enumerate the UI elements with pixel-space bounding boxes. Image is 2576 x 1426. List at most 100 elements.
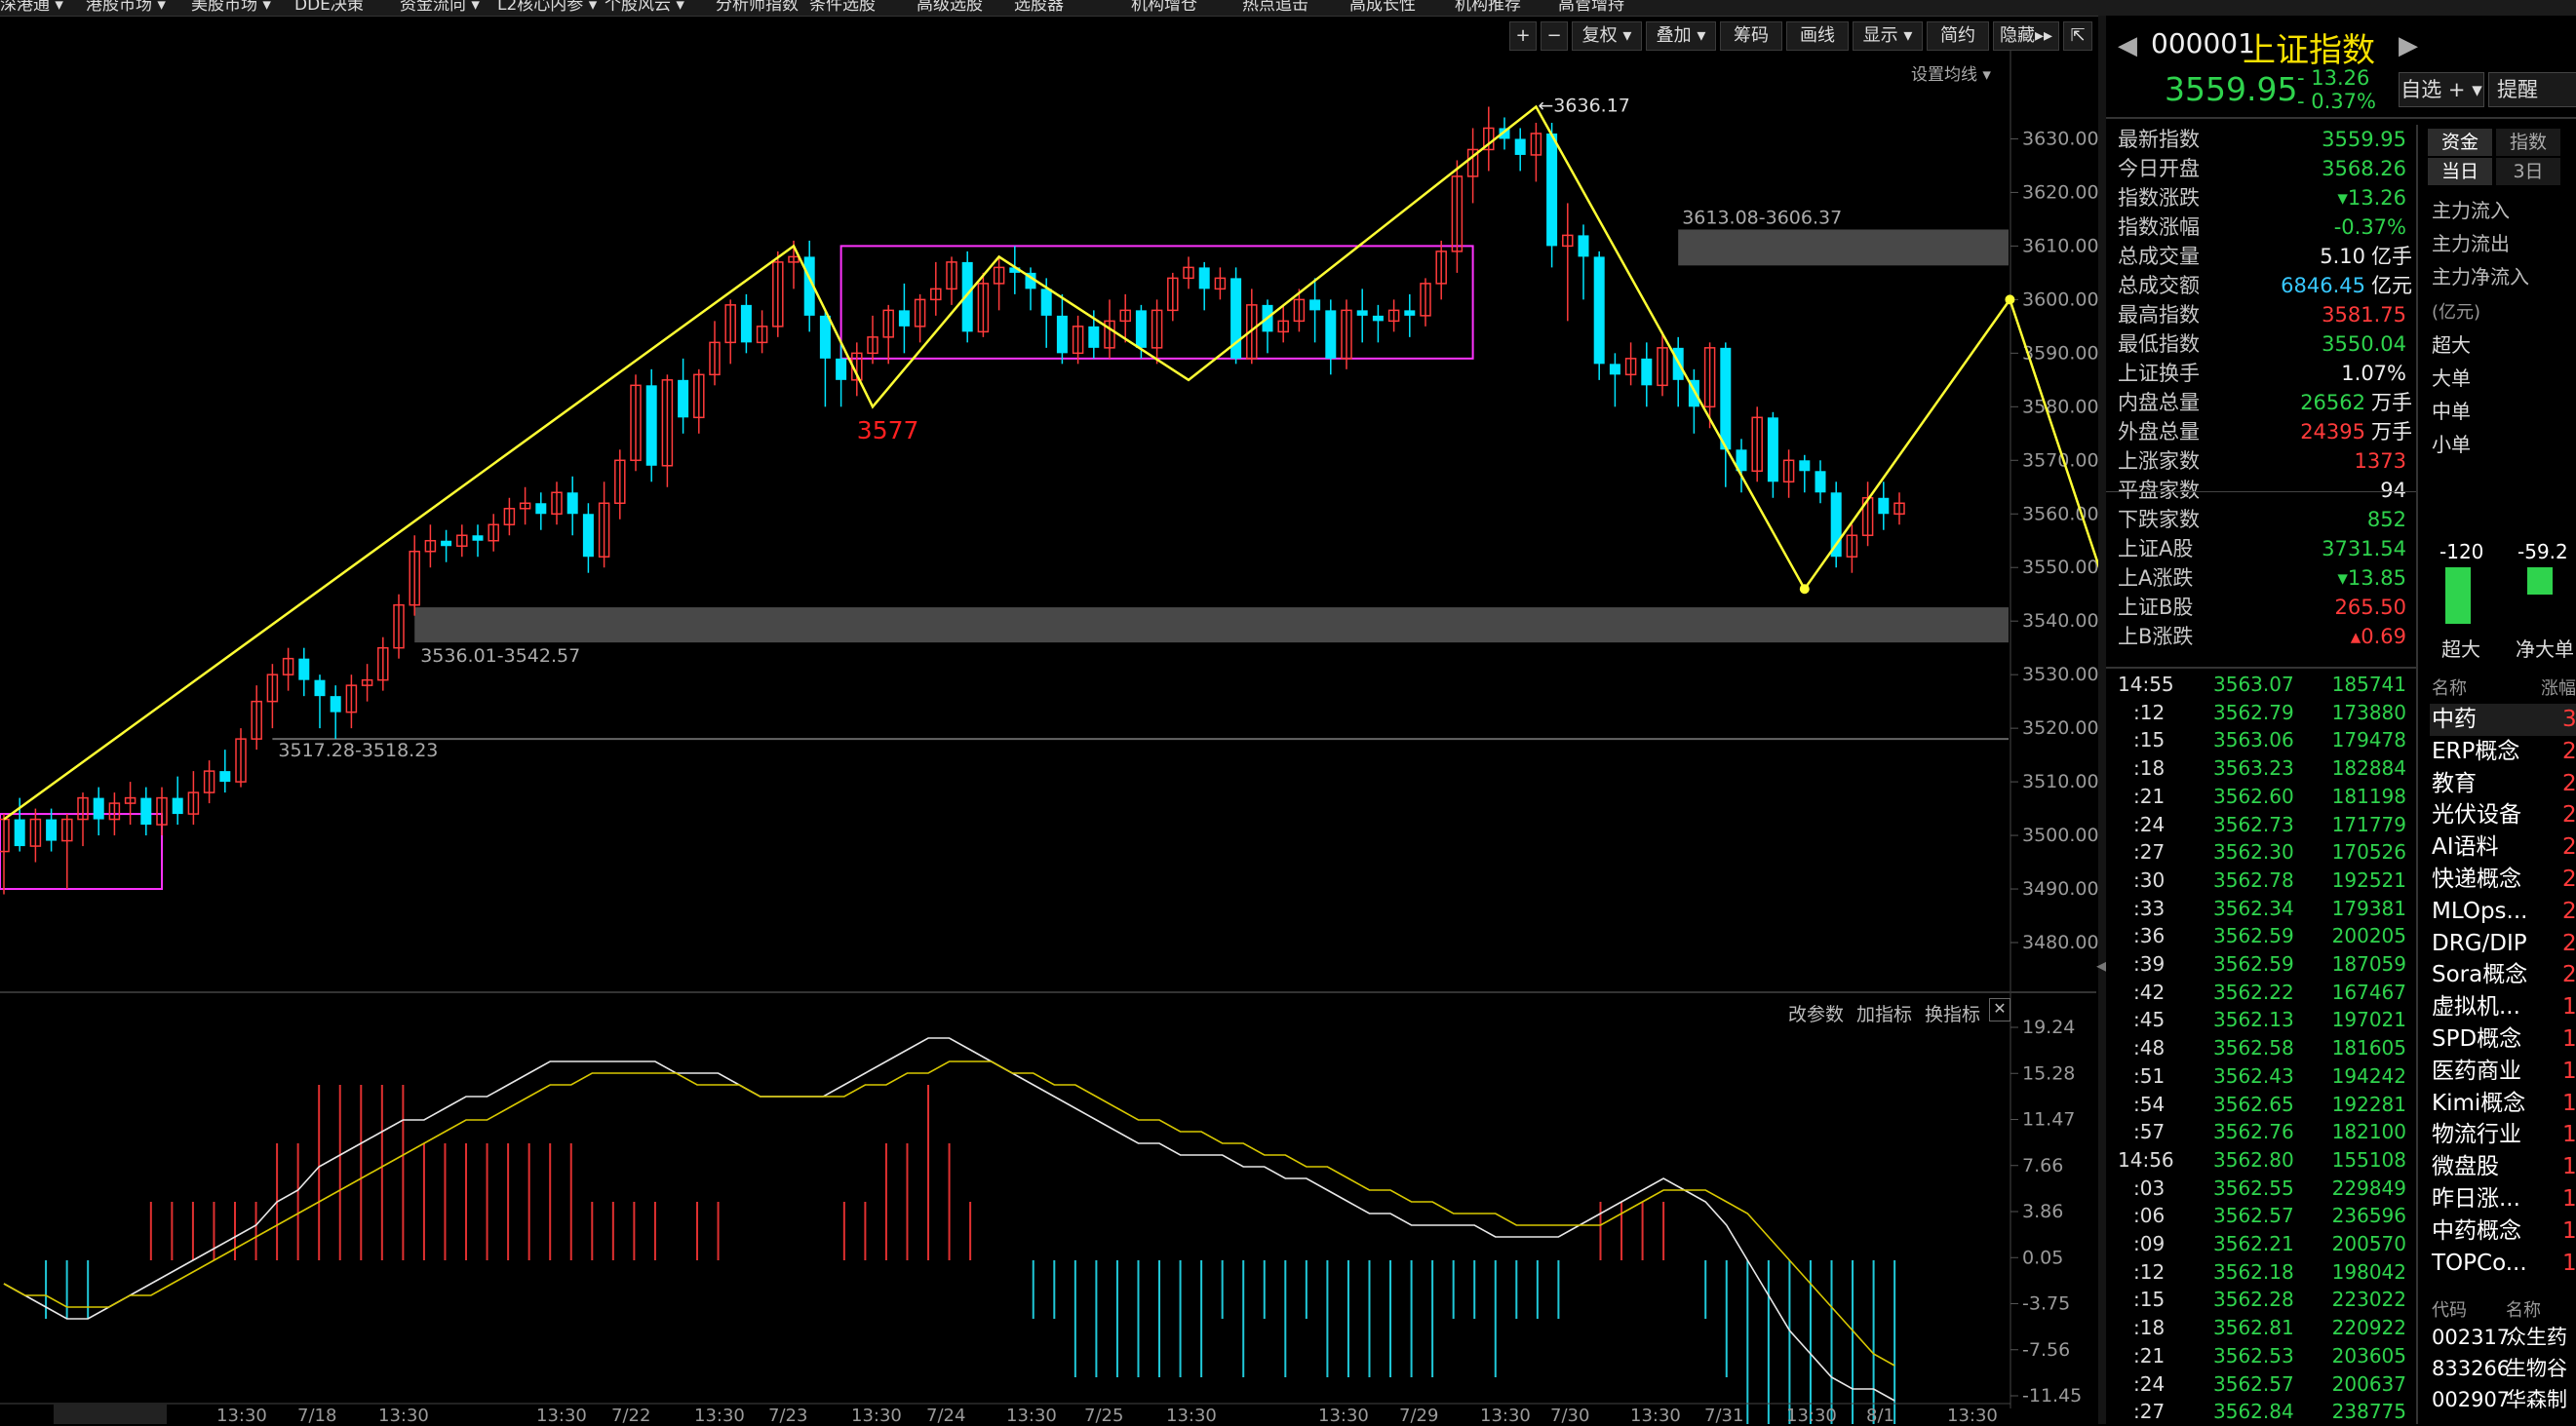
stock-header-code[interactable]: 代码 — [2432, 1296, 2467, 1322]
quote-label: 最低指数 — [2118, 332, 2200, 356]
tab-today[interactable]: 当日 — [2428, 158, 2492, 185]
sector-list-item[interactable]: 物流行业 1 — [2430, 1119, 2576, 1151]
overlay-dropdown[interactable]: 叠加 ▾ — [1646, 21, 1716, 51]
nav-item-10[interactable]: 选股器 — [1014, 0, 1064, 14]
panel-divider[interactable] — [2098, 16, 2106, 1424]
sector-list-item[interactable]: SPD概念 1 — [2430, 1023, 2576, 1056]
quote-value: 3568.26 — [2322, 157, 2406, 180]
stock-list-item[interactable]: 002317 众生药 — [2430, 1322, 2576, 1354]
nav-item-15[interactable]: 高管增持 — [1558, 0, 1624, 14]
support-zone — [414, 607, 2010, 643]
sector-list-item[interactable]: AI语料 2 — [2430, 831, 2576, 864]
quote-row: 上证B股 265.50 — [2106, 593, 2416, 622]
tab-index[interactable]: 指数 — [2496, 129, 2560, 156]
fuquan-label: 复权 — [1581, 25, 1618, 46]
sector-change: 1 — [2562, 994, 2576, 1021]
fuquan-dropdown[interactable]: 复权 ▾ — [1572, 21, 1642, 51]
nav-item-14[interactable]: 机构推荐 — [1455, 0, 1521, 14]
tick-volume: 179381 — [2331, 896, 2406, 920]
tick-volume: 194242 — [2331, 1063, 2406, 1088]
display-dropdown[interactable]: 显示 ▾ — [1853, 21, 1923, 51]
tick-table[interactable]: 14:55 3563.07 185741:12 3562.79 173880:15 356… — [2106, 671, 2416, 1426]
sector-list-item[interactable]: ERP概念 2 — [2430, 736, 2576, 768]
tick-price: 3562.79 — [2213, 700, 2294, 724]
draw-line-button[interactable]: 画线 — [1786, 21, 1849, 51]
sector-list-item[interactable]: MLOps... 2 — [2430, 896, 2576, 928]
tick-price: 3562.22 — [2213, 980, 2294, 1004]
nav-item-0[interactable]: 深港通 ▾ — [0, 0, 63, 14]
time-axis-label: 7/31 — [1704, 1406, 1743, 1424]
nav-item-4[interactable]: 资金流向 ▾ — [400, 0, 480, 14]
sector-list-item[interactable]: 中药概念 1 — [2430, 1215, 2576, 1248]
sector-list-item[interactable]: 快递概念 2 — [2430, 864, 2576, 896]
tab-3day[interactable]: 3日 — [2496, 158, 2560, 185]
candle-body — [93, 797, 104, 820]
tick-time: :15 — [2133, 1288, 2166, 1312]
alert-button[interactable]: 提醒 — [2488, 72, 2576, 107]
tick-volume: 200637 — [2331, 1371, 2406, 1396]
sector-list-item[interactable]: 光伏设备 2 — [2430, 799, 2576, 831]
sector-list-item[interactable]: TOPCo... 1 — [2430, 1248, 2576, 1280]
add-watchlist-button[interactable]: 自选 + ▾ — [2399, 72, 2484, 107]
nav-item-7[interactable]: 分析师指数 — [716, 0, 799, 14]
flow-bar-chart: -120 -59.2 超大 净大单 — [2420, 474, 2576, 661]
stock-name: 众生药 — [2506, 1326, 2567, 1349]
sector-list-item[interactable]: 医药商业 1 — [2430, 1056, 2576, 1088]
nav-item-9[interactable]: 高级选股 — [917, 0, 983, 14]
candle-body — [535, 503, 547, 515]
tick-price: 3562.28 — [2213, 1288, 2294, 1312]
sector-header-name[interactable]: 名称 — [2432, 674, 2467, 700]
indicator-add-button[interactable]: 加指标 — [1856, 1000, 1912, 1026]
sector-list-item[interactable]: 昨日涨... 1 — [2430, 1183, 2576, 1215]
nav-item-2[interactable]: 美股市场 ▾ — [191, 0, 271, 14]
stock-list-item[interactable]: 833266 生物谷 — [2430, 1353, 2576, 1385]
macd-axis-label: 11.47 — [2022, 1109, 2075, 1131]
zoom-in-button[interactable]: + — [1509, 21, 1537, 51]
nav-item-8[interactable]: 条件选股 — [809, 0, 876, 14]
simple-button[interactable]: 简约 — [1927, 21, 1989, 51]
indicator-close-icon[interactable]: ✕ — [1989, 998, 2010, 1021]
quote-row: 上B涨跌 ▴0.69 — [2106, 622, 2416, 651]
chip-button[interactable]: 筹码 — [1720, 21, 1782, 51]
nav-item-12[interactable]: 热点追击 — [1242, 0, 1308, 14]
indicator-params-button[interactable]: 改参数 — [1788, 1000, 1844, 1026]
nav-item-3[interactable]: DDE决策 — [294, 0, 364, 14]
kline-chart-area[interactable]: 3630.00 3620.00 3610.00 3600.00 3590.00 3580.… — [0, 16, 2098, 1424]
sector-list-item[interactable]: 教育 2 — [2430, 768, 2576, 800]
tick-time: 14:55 — [2118, 673, 2174, 696]
macd-axis-label: 19.24 — [2022, 1017, 2075, 1038]
flow-net-label: 主力净流入 — [2432, 265, 2529, 289]
time-axis-label: 7/18 — [297, 1406, 336, 1424]
nav-item-6[interactable]: 个股风云 ▾ — [605, 0, 684, 14]
sector-list-item[interactable]: 中药 3 — [2430, 704, 2576, 736]
sector-header-change[interactable]: 涨幅 — [2541, 674, 2576, 700]
sector-list-item[interactable]: Sora概念 2 — [2430, 959, 2576, 991]
stock-header-name[interactable]: 名称 — [2506, 1296, 2541, 1322]
tick-row: :06 3562.57 236596 — [2106, 1202, 2416, 1230]
candle-body — [1546, 133, 1558, 247]
prev-stock-icon[interactable]: ◀ — [2118, 31, 2137, 60]
display-label: 显示 — [1862, 25, 1898, 46]
zoom-out-button[interactable]: − — [1541, 21, 1568, 51]
sector-list-item[interactable]: Kimi概念 1 — [2430, 1088, 2576, 1120]
hide-button[interactable]: 隐藏▸▸ — [1993, 21, 2059, 51]
nav-item-13[interactable]: 高成长性 — [1349, 0, 1416, 14]
sector-list-item[interactable]: 微盘股 1 — [2430, 1151, 2576, 1183]
tab-funds[interactable]: 资金 — [2428, 129, 2492, 156]
ma-settings-button[interactable]: 设置均线 ▾ — [1911, 60, 1991, 85]
stock-list-item[interactable]: 002907 华森制 — [2430, 1384, 2576, 1416]
tick-time: :42 — [2133, 980, 2166, 1004]
nav-item-11[interactable]: 机构增仓 — [1131, 0, 1197, 14]
indicator-swap-button[interactable]: 换指标 — [1925, 1000, 1980, 1026]
quote-value: 3550.04 — [2322, 332, 2406, 356]
nav-item-1[interactable]: 港股市场 ▾ — [86, 0, 166, 14]
sector-list-item[interactable]: DRG/DIP 2 — [2430, 928, 2576, 960]
low-price-label: 3577 — [857, 416, 919, 444]
expand-icon[interactable]: ⇱ — [2063, 21, 2092, 51]
nav-item-5[interactable]: L2核心内参 ▾ — [497, 0, 597, 14]
sector-list-item[interactable]: 虚拟机... 1 — [2430, 991, 2576, 1023]
next-stock-icon[interactable]: ▶ — [2399, 31, 2418, 60]
kline-svg[interactable]: 3630.00 3620.00 3610.00 3600.00 3590.00 3580.… — [0, 16, 2098, 1424]
tick-price: 3562.58 — [2213, 1036, 2294, 1060]
tick-row: :21 3562.60 181198 — [2106, 783, 2416, 811]
